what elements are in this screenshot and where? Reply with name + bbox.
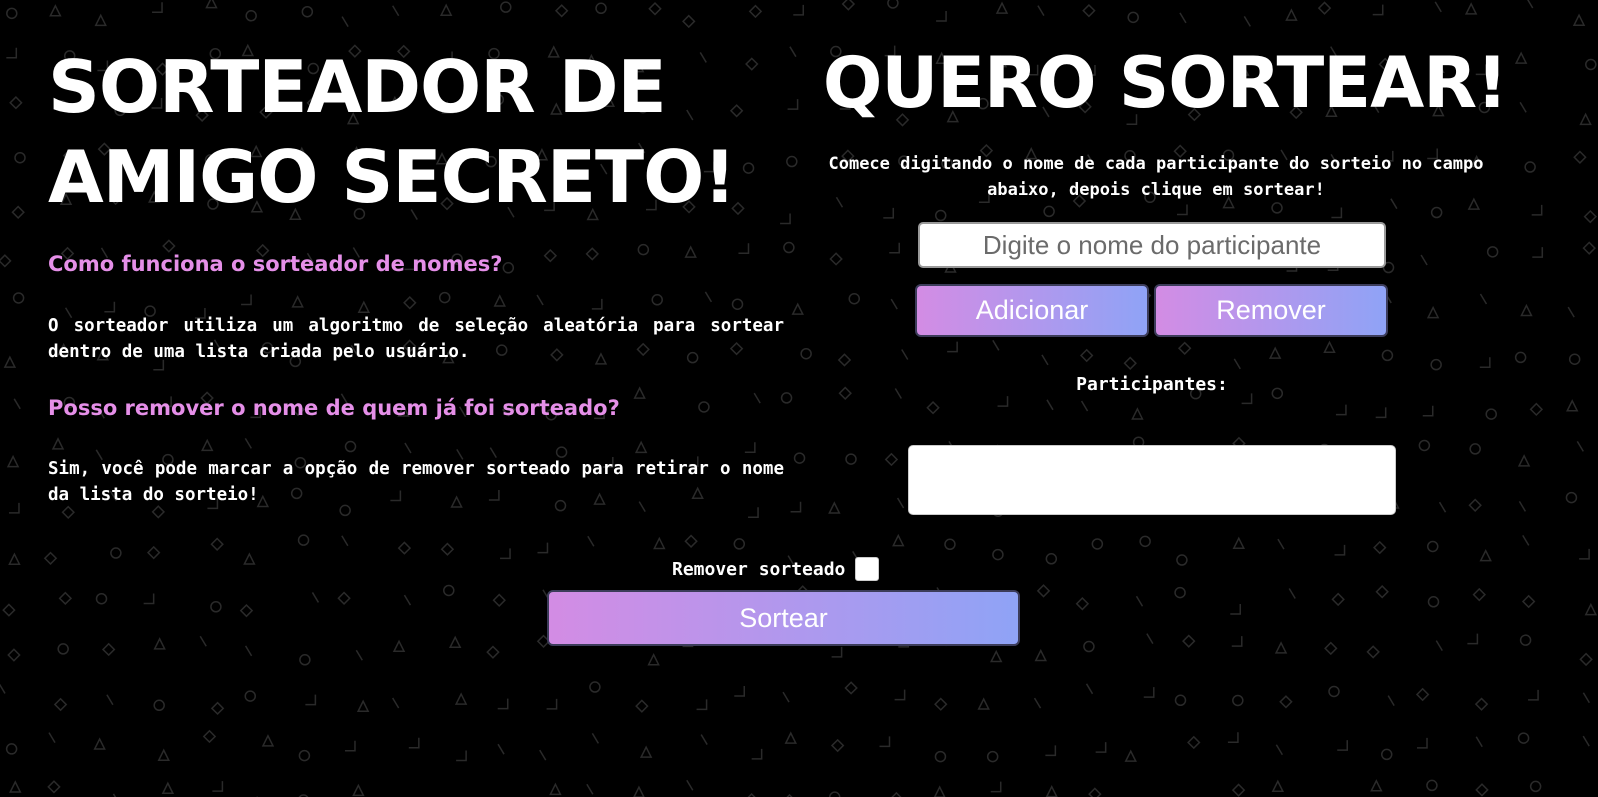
participants-label: Participantes:	[1076, 374, 1228, 395]
remove-drawn-label: Remover sorteado	[672, 558, 846, 580]
faq-answer-how-it-works: O sorteador utiliza um algoritmo de sele…	[48, 316, 784, 362]
main-title: SORTEADOR DE AMIGO SECRETO!	[48, 45, 736, 219]
add-participant-button[interactable]: Adicionar	[915, 284, 1149, 337]
faq-question-how-it-works: Como funciona o sorteador de nomes?	[48, 252, 503, 276]
remove-drawn-checkbox[interactable]	[855, 557, 880, 581]
faq-answer-remove-drawn: Sim, você pode marcar a opção de remover…	[48, 459, 784, 505]
draw-section-title: QUERO SORTEAR!	[822, 42, 1508, 124]
participant-name-input[interactable]	[918, 222, 1386, 268]
faq-question-remove-drawn: Posso remover o nome de quem já foi sort…	[48, 396, 620, 420]
participants-list	[908, 445, 1396, 515]
remove-participant-button[interactable]: Remover	[1154, 284, 1388, 337]
draw-button[interactable]: Sortear	[547, 590, 1020, 646]
remove-drawn-option: Remover sorteado	[672, 556, 880, 582]
instructions-text: Comece digitando o nome de cada particip…	[828, 154, 1484, 200]
